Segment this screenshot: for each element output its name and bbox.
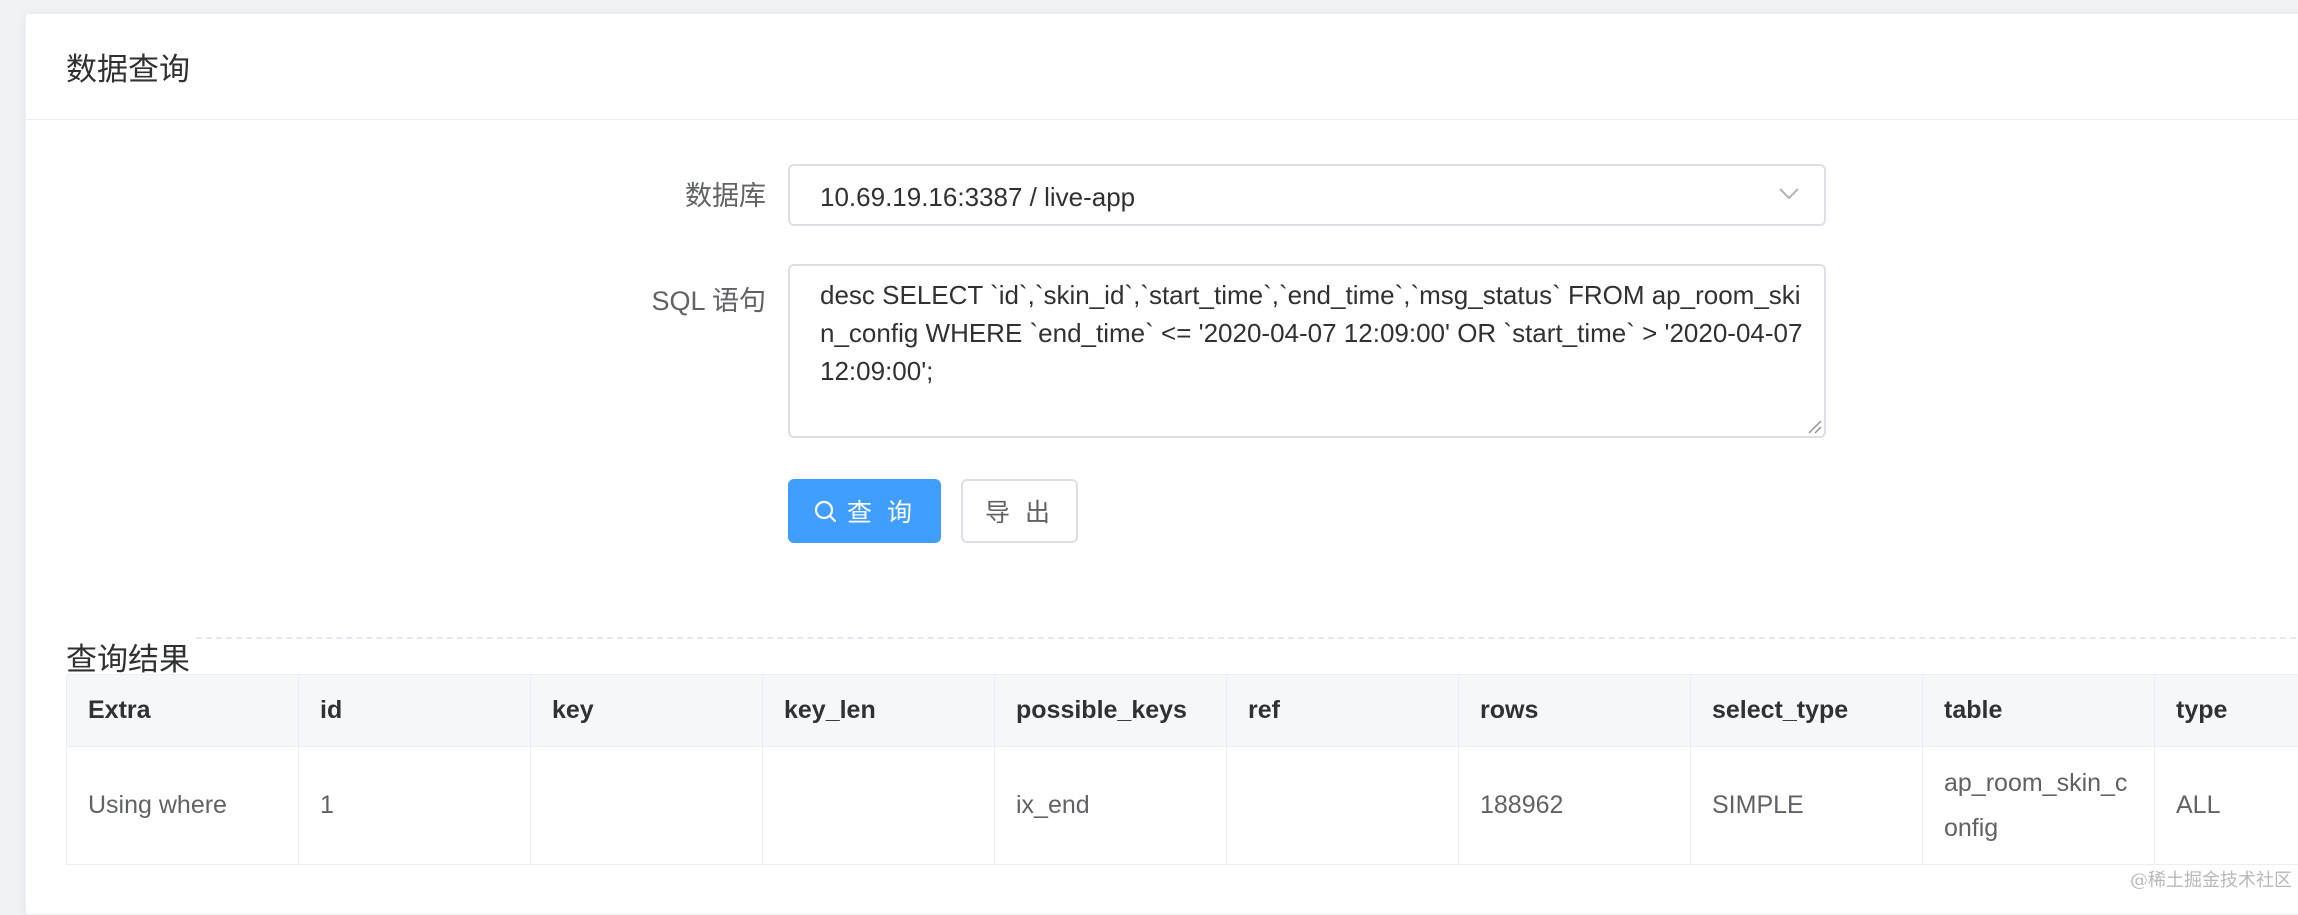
cell-type: ALL xyxy=(2155,747,2298,865)
sql-label: SQL 语句 xyxy=(506,279,766,318)
cell-ref xyxy=(1227,747,1459,865)
database-select-value: 10.69.19.16:3387 / live-app xyxy=(820,182,1135,213)
cell-key-len xyxy=(763,747,995,865)
table-row: Using where 1 ix_end 188962 SIMPLE ap_ro… xyxy=(67,747,2298,865)
sql-text: desc SELECT `id`,`skin_id`,`start_time`,… xyxy=(820,276,1810,390)
column-header-possible-keys: possible_keys xyxy=(995,675,1227,747)
column-header-id: id xyxy=(299,675,531,747)
watermark: @稀土掘金技术社区 xyxy=(2130,866,2292,892)
cell-extra: Using where xyxy=(67,747,299,865)
column-header-ref: ref xyxy=(1227,675,1459,747)
cell-rows: 188962 xyxy=(1459,747,1691,865)
column-header-rows: rows xyxy=(1459,675,1691,747)
query-button[interactable]: 查 询 xyxy=(788,479,941,543)
query-card: 数据查询 数据库 10.69.19.16:3387 / live-app SQL… xyxy=(25,13,2298,915)
page-title: 数据查询 xyxy=(66,44,190,89)
cell-possible-keys: ix_end xyxy=(995,747,1227,865)
search-icon xyxy=(813,499,837,523)
column-header-extra: Extra xyxy=(67,675,299,747)
card-header: 数据查询 xyxy=(26,14,2298,120)
cell-id: 1 xyxy=(299,747,531,865)
export-button-label: 导 出 xyxy=(985,493,1054,529)
chevron-down-icon xyxy=(1778,186,1800,202)
table-header-row: Extra id key key_len possible_keys ref r… xyxy=(67,675,2298,747)
sql-textarea[interactable]: desc SELECT `id`,`skin_id`,`start_time`,… xyxy=(788,264,1826,438)
column-header-key: key xyxy=(531,675,763,747)
database-select[interactable]: 10.69.19.16:3387 / live-app xyxy=(788,164,1826,226)
section-divider xyxy=(66,637,2298,639)
column-header-key-len: key_len xyxy=(763,675,995,747)
cell-key xyxy=(531,747,763,865)
column-header-type: type xyxy=(2155,675,2298,747)
cell-table: ap_room_skin_config xyxy=(1923,747,2155,865)
database-label: 数据库 xyxy=(506,174,766,213)
column-header-table: table xyxy=(1923,675,2155,747)
column-header-select-type: select_type xyxy=(1691,675,1923,747)
query-button-label: 查 询 xyxy=(847,493,916,529)
results-table: Extra id key key_len possible_keys ref r… xyxy=(66,674,2298,865)
results-title: 查询结果 xyxy=(66,634,196,679)
resize-grip-icon[interactable] xyxy=(1806,418,1822,434)
export-button[interactable]: 导 出 xyxy=(961,479,1078,543)
cell-select-type: SIMPLE xyxy=(1691,747,1923,865)
